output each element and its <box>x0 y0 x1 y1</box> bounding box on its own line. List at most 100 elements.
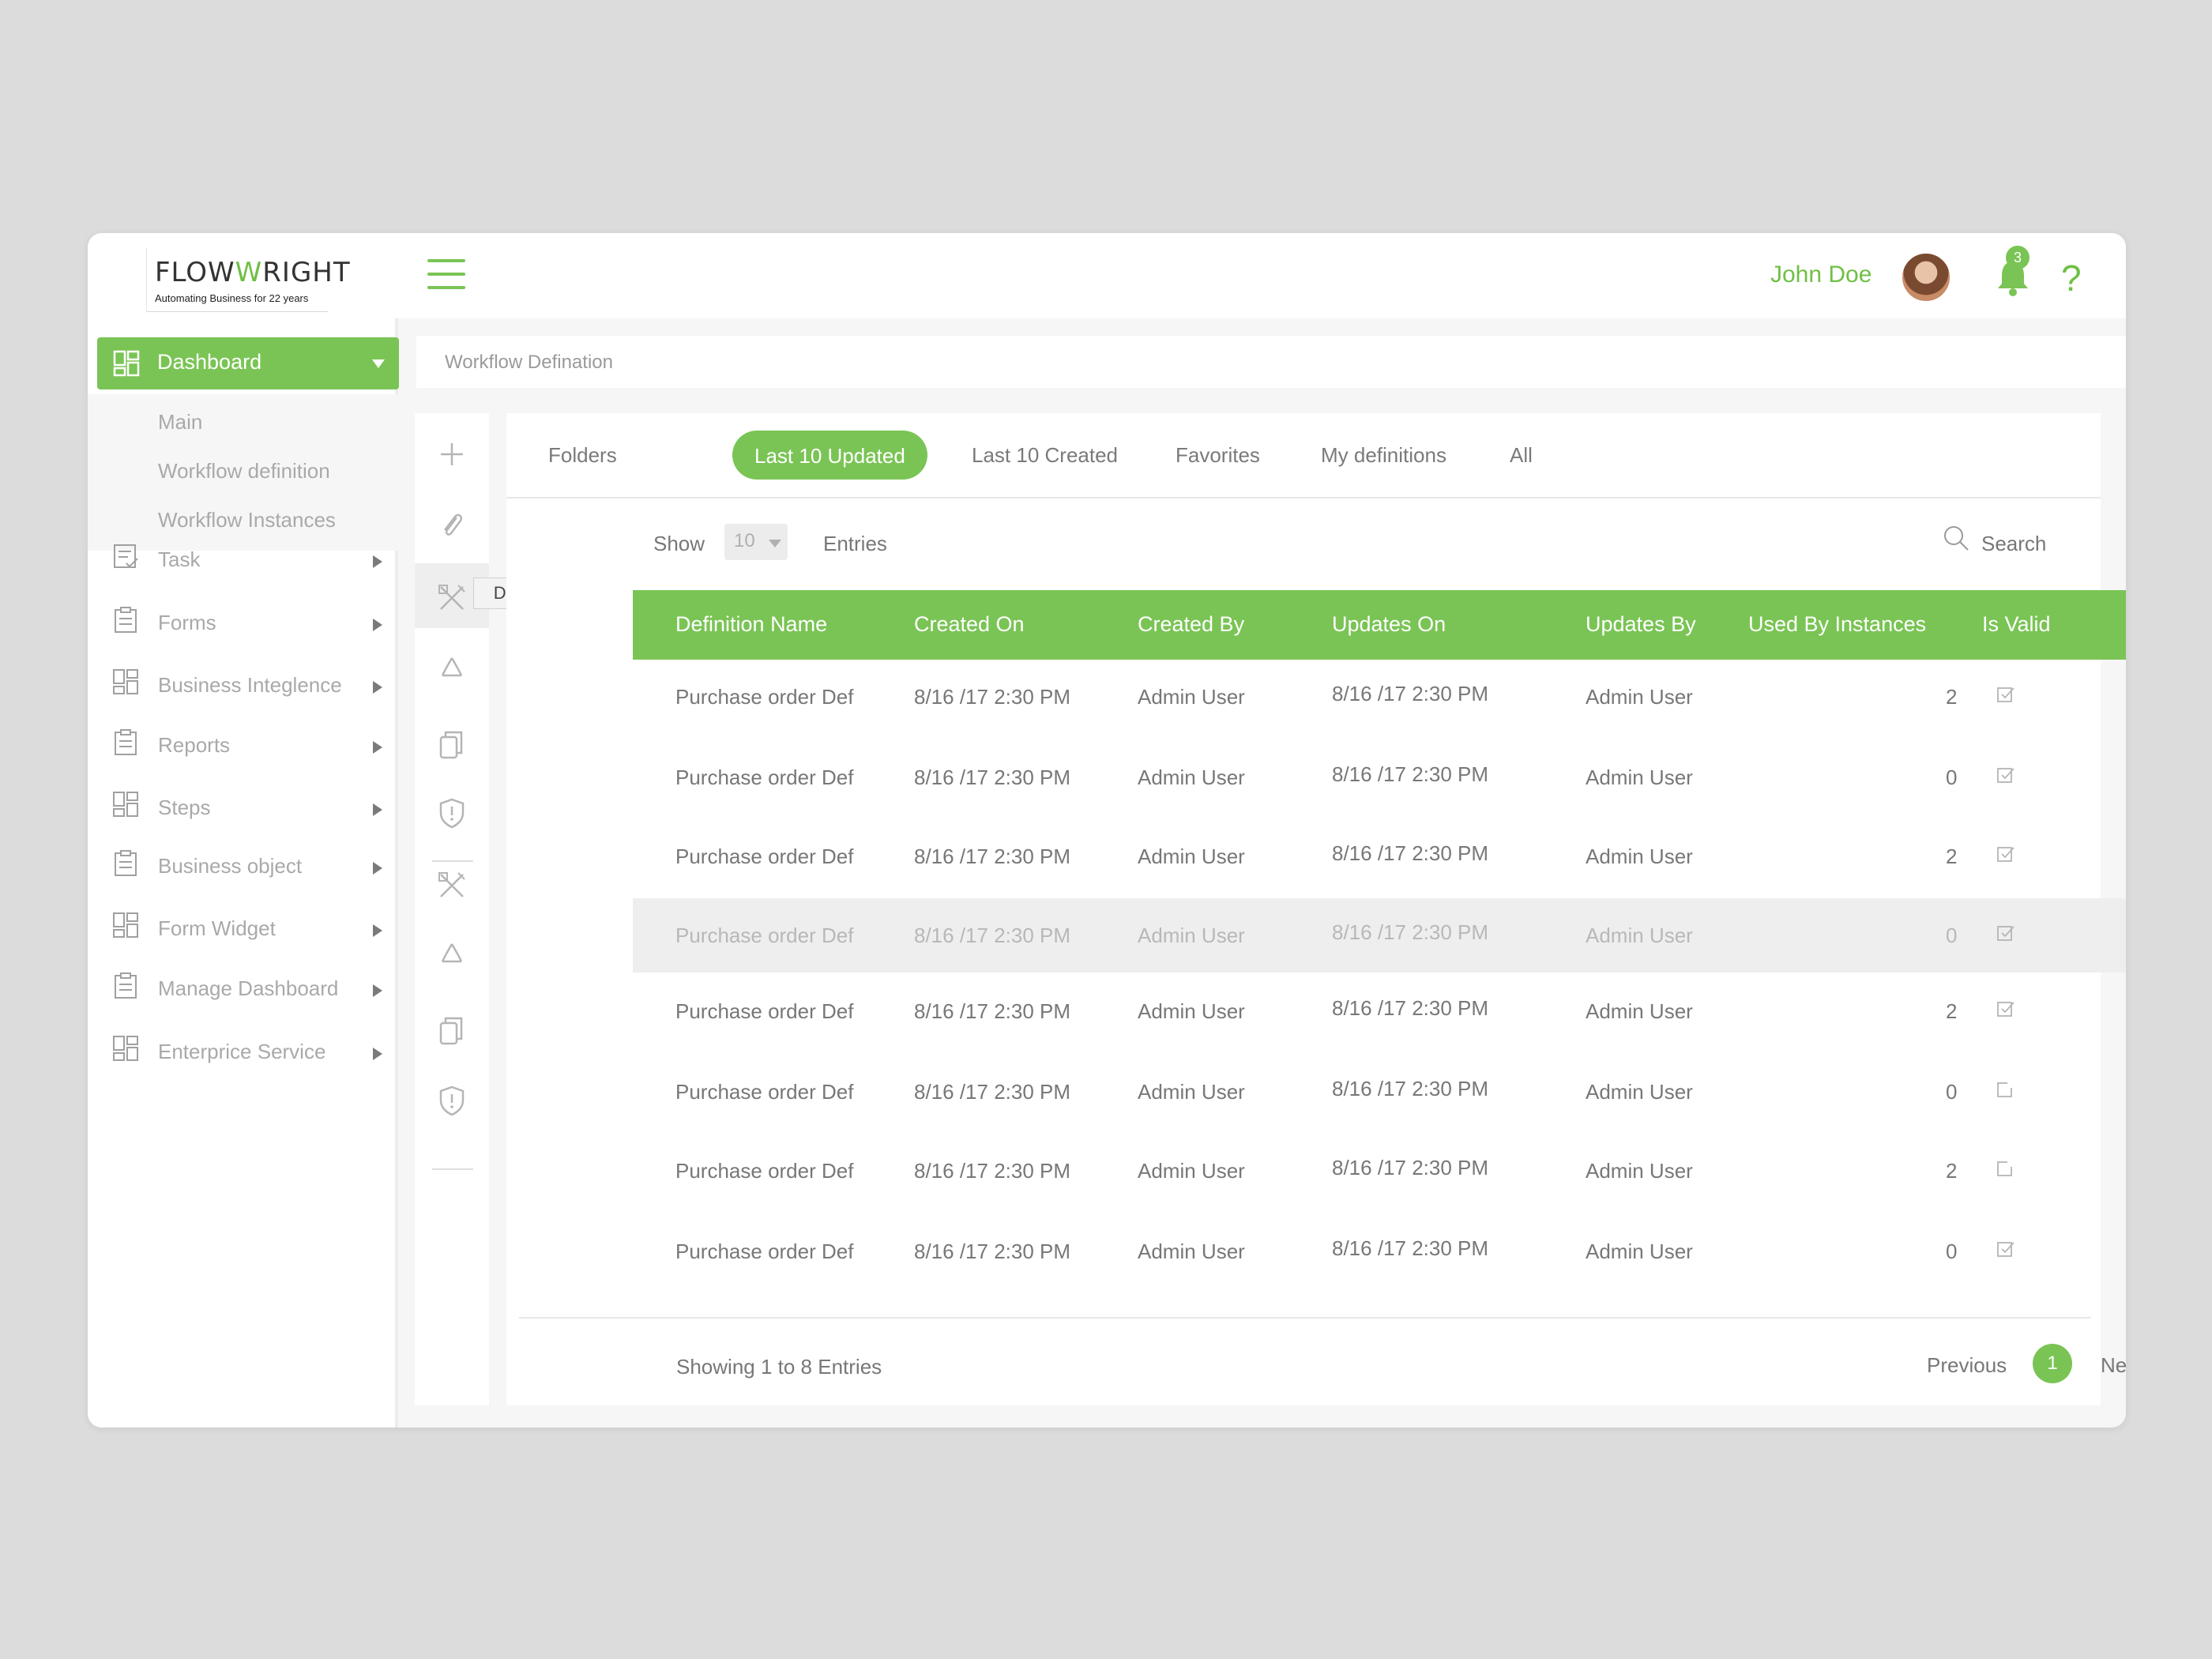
column-header-updates-by[interactable]: Updates By <box>1586 612 1696 637</box>
shield-icon[interactable] <box>434 796 469 830</box>
tab-last-10-updated[interactable]: Last 10 Updated <box>732 431 927 480</box>
cell-created-on: 8/16 /17 2:30 PM <box>914 1159 1071 1183</box>
sidebar-item-business-object[interactable]: Business object <box>88 843 398 890</box>
avatar[interactable] <box>1901 252 1951 303</box>
sidebar-item-form-widget[interactable]: Form Widget <box>88 905 398 953</box>
recycle-icon[interactable] <box>434 652 469 687</box>
copy-icon[interactable] <box>434 1014 469 1048</box>
sidebar-item-steps[interactable]: Steps <box>88 784 398 832</box>
chevron-down-icon <box>372 359 385 368</box>
table-row[interactable]: Purchase order Def 8/16 /17 2:30 PM Admin … <box>633 1134 2126 1208</box>
sidebar-item-label: Steps <box>158 796 211 819</box>
column-header-created-by[interactable]: Created By <box>1138 612 1244 637</box>
chevron-down-icon <box>769 540 781 547</box>
cell-definition-name: Purchase order Def <box>675 999 854 1023</box>
chevron-right-icon <box>373 555 382 568</box>
flowwright-logo[interactable]: FLOWWRIGHT Automating Business for 22 ye… <box>146 247 350 312</box>
hamburger-menu-icon[interactable] <box>427 259 465 289</box>
table-row[interactable]: Purchase order Def 8/16 /17 2:30 PM Admin … <box>633 1055 2126 1129</box>
previous-page-button[interactable]: Previous <box>1927 1353 2007 1378</box>
sidebar-item-dashboard[interactable]: Dashboard <box>97 337 399 389</box>
tab-bar: Folders Last 10 Updated Last 10 Created … <box>506 413 2101 498</box>
help-icon[interactable]: ? <box>2061 257 2082 299</box>
submenu-item-workflow-definition[interactable]: Workflow definition <box>158 459 330 483</box>
table-row[interactable]: Purchase order Def 8/16 /17 2:30 PM Admin … <box>633 974 2126 1048</box>
unchecked-checkbox-icon[interactable] <box>1996 1159 2015 1178</box>
cell-updates-by: Admin User <box>1586 999 1693 1023</box>
breadcrumb[interactable]: Workflow Defination <box>445 352 613 374</box>
cell-used-by-instances: 0 <box>1946 924 1958 947</box>
cell-updates-by: Admin User <box>1586 766 1693 789</box>
notification-badge: 3 <box>2006 246 2030 269</box>
submenu-item-workflow-instances[interactable]: Workflow Instances <box>158 508 336 532</box>
shield-icon[interactable] <box>434 1083 469 1118</box>
entries-select[interactable]: 10 <box>724 524 788 560</box>
table-header: Definition Name Created On Created By Up… <box>633 590 2126 660</box>
table-footer-divider <box>519 1317 2091 1319</box>
chevron-right-icon <box>373 741 382 754</box>
cell-definition-name: Purchase order Def <box>675 766 854 789</box>
table-row[interactable]: Purchase order Def 8/16 /17 2:30 PM Admin … <box>633 819 2126 893</box>
search-icon[interactable] <box>1942 524 1970 552</box>
plus-icon[interactable] <box>434 437 469 472</box>
cell-updates-by: Admin User <box>1586 845 1693 868</box>
checked-checkbox-icon[interactable] <box>1996 1240 2015 1258</box>
user-name[interactable]: John Doe <box>1770 261 1872 288</box>
submenu-item-main[interactable]: Main <box>158 410 202 434</box>
sidebar-item-label: Enterprice Service <box>158 1040 326 1063</box>
sidebar-item-business-integlence[interactable]: Business Integlence <box>88 662 398 709</box>
tab-last-10-created[interactable]: Last 10 Created <box>972 440 1118 489</box>
cell-updates-by: Admin User <box>1586 1159 1693 1183</box>
tab-folders[interactable]: Folders <box>548 440 617 489</box>
checked-checkbox-icon[interactable] <box>1996 845 2015 863</box>
tab-all[interactable]: All <box>1510 440 1533 489</box>
paperclip-icon[interactable] <box>434 508 469 543</box>
cell-used-by-instances: 2 <box>1946 999 1958 1023</box>
tab-favorites[interactable]: Favorites <box>1176 440 1260 489</box>
next-page-button[interactable]: Next <box>2101 1353 2126 1378</box>
design-icon[interactable] <box>434 581 469 615</box>
sidebar-item-label: Form Widget <box>158 916 276 940</box>
cell-created-on: 8/16 /17 2:30 PM <box>914 924 1071 947</box>
unchecked-checkbox-icon[interactable] <box>1996 1080 2015 1099</box>
checked-checkbox-icon[interactable] <box>1996 924 2015 942</box>
table-row[interactable]: Purchase order Def 8/16 /17 2:30 PM Admin … <box>633 1214 2126 1288</box>
entries-label: Entries <box>823 532 887 555</box>
column-header-created-on[interactable]: Created On <box>914 612 1025 637</box>
grid-icon <box>113 669 138 694</box>
chevron-right-icon <box>373 803 382 816</box>
cell-created-by: Admin User <box>1138 1159 1245 1183</box>
column-header-used-by-instances[interactable]: Used By Instances <box>1748 612 1926 637</box>
sidebar-item-reports[interactable]: Reports <box>88 722 398 769</box>
sidebar-item-label: Business Integlence <box>158 673 342 697</box>
checked-checkbox-icon[interactable] <box>1996 766 2015 784</box>
design-icon[interactable] <box>434 868 469 903</box>
table-row[interactable]: Purchase order Def 8/16 /17 2:30 PM Admin … <box>633 740 2126 814</box>
table-row[interactable]: Purchase order Def 8/16 /17 2:30 PM Admin … <box>633 898 2126 972</box>
checked-checkbox-icon[interactable] <box>1996 685 2015 704</box>
logo-wordmark: FLOWWRIGHT <box>155 257 351 288</box>
sidebar-item-task[interactable]: Task <box>88 536 398 584</box>
column-header-definition-name[interactable]: Definition Name <box>675 612 827 637</box>
chevron-right-icon <box>373 984 382 997</box>
main-panel: Folders Last 10 Updated Last 10 Created … <box>506 413 2126 1405</box>
task-icon <box>114 544 138 568</box>
sidebar-item-label: Forms <box>158 611 216 634</box>
recycle-icon[interactable] <box>434 938 469 972</box>
search-input[interactable]: Search <box>1981 532 2046 556</box>
cell-used-by-instances: 2 <box>1946 685 1958 709</box>
sidebar-item-forms[interactable]: Forms <box>88 600 398 647</box>
copy-icon[interactable] <box>434 728 469 762</box>
column-header-is-valid[interactable]: Is Valid <box>1982 612 2051 637</box>
tab-my-definitions[interactable]: My definitions <box>1321 440 1446 489</box>
sidebar-item-enterprice-service[interactable]: Enterprice Service <box>88 1029 398 1076</box>
cell-used-by-instances: 2 <box>1946 1159 1958 1183</box>
column-header-updates-on[interactable]: Updates On <box>1332 612 1446 637</box>
sidebar-item-manage-dashboard[interactable]: Manage Dashboard <box>88 965 398 1013</box>
page-1-button[interactable]: 1 <box>2033 1344 2072 1383</box>
cell-used-by-instances: 2 <box>1946 845 1958 868</box>
checked-checkbox-icon[interactable] <box>1996 999 2015 1018</box>
cell-definition-name: Purchase order Def <box>675 1080 854 1104</box>
cell-updates-on: 8/16 /17 2:30 PM <box>1332 1156 1489 1179</box>
table-row[interactable]: Purchase order Def 8/16 /17 2:30 PM Admin … <box>633 660 2126 734</box>
